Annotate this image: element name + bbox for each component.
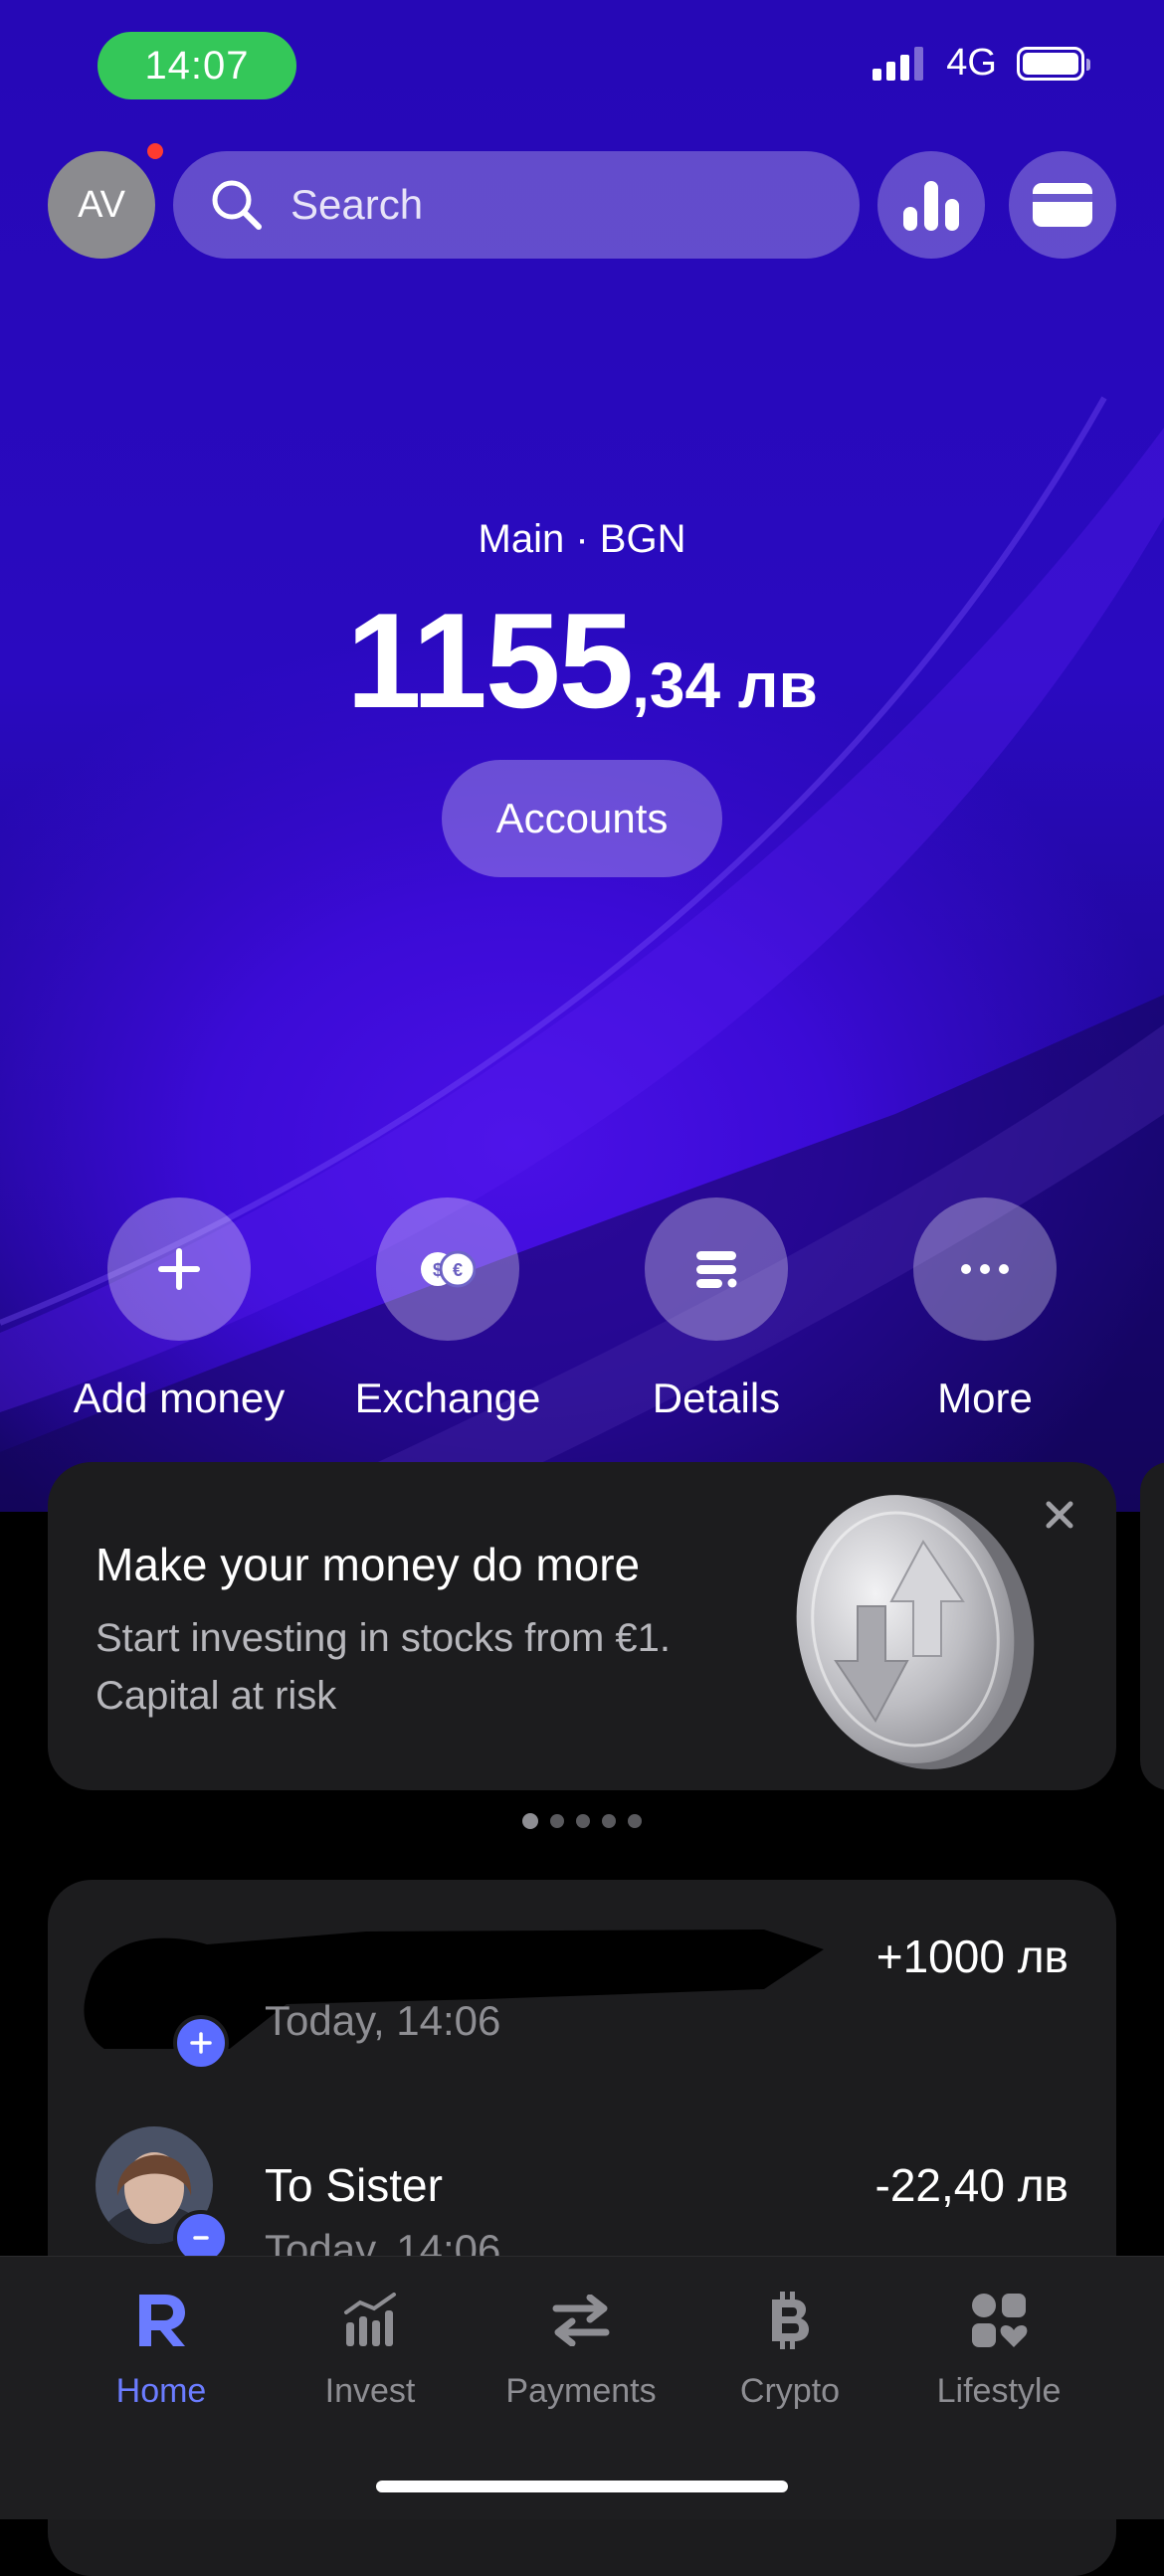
transaction-amount: +1000 лв	[875, 1931, 1068, 1982]
tab-payments[interactable]: Payments	[482, 2281, 680, 2411]
details-icon	[696, 1251, 737, 1288]
tab-label: Payments	[505, 2372, 657, 2410]
battery-icon	[1017, 46, 1090, 81]
promo-card[interactable]: Make your money do more Start investing …	[48, 1462, 1116, 1790]
network-type: 4G	[946, 42, 997, 84]
transaction-amount: -22,40 лв	[874, 2159, 1069, 2211]
balance-integer: 1155	[346, 585, 634, 736]
cards-button[interactable]	[1009, 151, 1116, 259]
status-icons: 4G	[873, 42, 1090, 85]
more-icon	[961, 1264, 1009, 1274]
exchange-button[interactable]: $ € Exchange	[318, 1197, 577, 1422]
card-icon	[1033, 183, 1092, 227]
exchange-icon: $ €	[421, 1250, 476, 1288]
arrow-icon	[193, 2236, 209, 2240]
tab-label: Lifestyle	[936, 2372, 1062, 2410]
coin-illustration-icon	[796, 1495, 1035, 1769]
pagination-dot	[628, 1814, 642, 1828]
tab-lifestyle[interactable]: Lifestyle	[899, 2281, 1098, 2411]
revolut-r-icon	[139, 2295, 185, 2346]
more-button[interactable]: More	[856, 1197, 1114, 1422]
bitcoin-icon	[772, 2292, 809, 2349]
search-bar[interactable]: Search	[173, 151, 860, 259]
tab-home[interactable]: Home	[62, 2281, 261, 2411]
tab-crypto[interactable]: Crypto	[690, 2281, 889, 2411]
svg-text:$: $	[433, 1260, 443, 1280]
avatar[interactable]: AV	[48, 151, 155, 259]
tab-label: Invest	[324, 2372, 416, 2410]
invest-chart-icon	[344, 2293, 396, 2346]
promo-title: Make your money do more	[96, 1539, 641, 1590]
tab-label: Home	[115, 2372, 207, 2410]
next-promo-card-peek[interactable]	[1140, 1462, 1164, 1790]
account-label: Main · BGN	[478, 517, 686, 561]
action-label: Details	[652, 1375, 781, 1421]
analytics-button[interactable]	[877, 151, 985, 259]
transaction-row[interactable]: Today, 14:06 +1000 лв	[48, 1898, 1116, 2097]
promo-subtitle: Start investing in stocks from €1. Capit…	[96, 1616, 672, 1718]
action-label: More	[937, 1375, 1033, 1421]
bar-chart-icon	[903, 181, 959, 231]
pagination-dot	[550, 1814, 564, 1828]
details-button[interactable]: Details	[587, 1197, 846, 1422]
home-indicator	[376, 2481, 788, 2492]
action-label: Exchange	[354, 1375, 541, 1421]
transaction-date: Today, 14:06	[265, 1997, 501, 2044]
pagination-dot	[576, 1814, 590, 1828]
transfer-arrows-icon	[552, 2295, 610, 2346]
status-time: 14:07	[97, 32, 296, 99]
plus-icon	[190, 2032, 212, 2054]
notification-dot	[147, 143, 163, 159]
search-icon	[212, 180, 262, 230]
tab-invest[interactable]: Invest	[271, 2281, 470, 2411]
tab-label: Crypto	[739, 2372, 841, 2410]
balance: 1155,34 лв	[0, 583, 1164, 738]
lifestyle-icon	[972, 2294, 1028, 2347]
accounts-button[interactable]: Accounts	[442, 760, 722, 877]
promo-pagination	[0, 1813, 1164, 1829]
plus-icon	[158, 1248, 200, 1290]
transaction-name: To Sister	[265, 2159, 443, 2211]
incoming-badge	[173, 2015, 229, 2071]
pagination-dot	[602, 1814, 616, 1828]
close-icon[interactable]	[1045, 1500, 1074, 1530]
search-placeholder: Search	[291, 181, 424, 228]
add-money-button[interactable]: Add money	[50, 1197, 308, 1422]
balance-fraction: ,34 лв	[632, 649, 818, 721]
svg-text:€: €	[453, 1260, 463, 1280]
pagination-dot-active	[522, 1813, 538, 1829]
action-label: Add money	[73, 1375, 286, 1421]
signal-icon	[873, 46, 924, 81]
